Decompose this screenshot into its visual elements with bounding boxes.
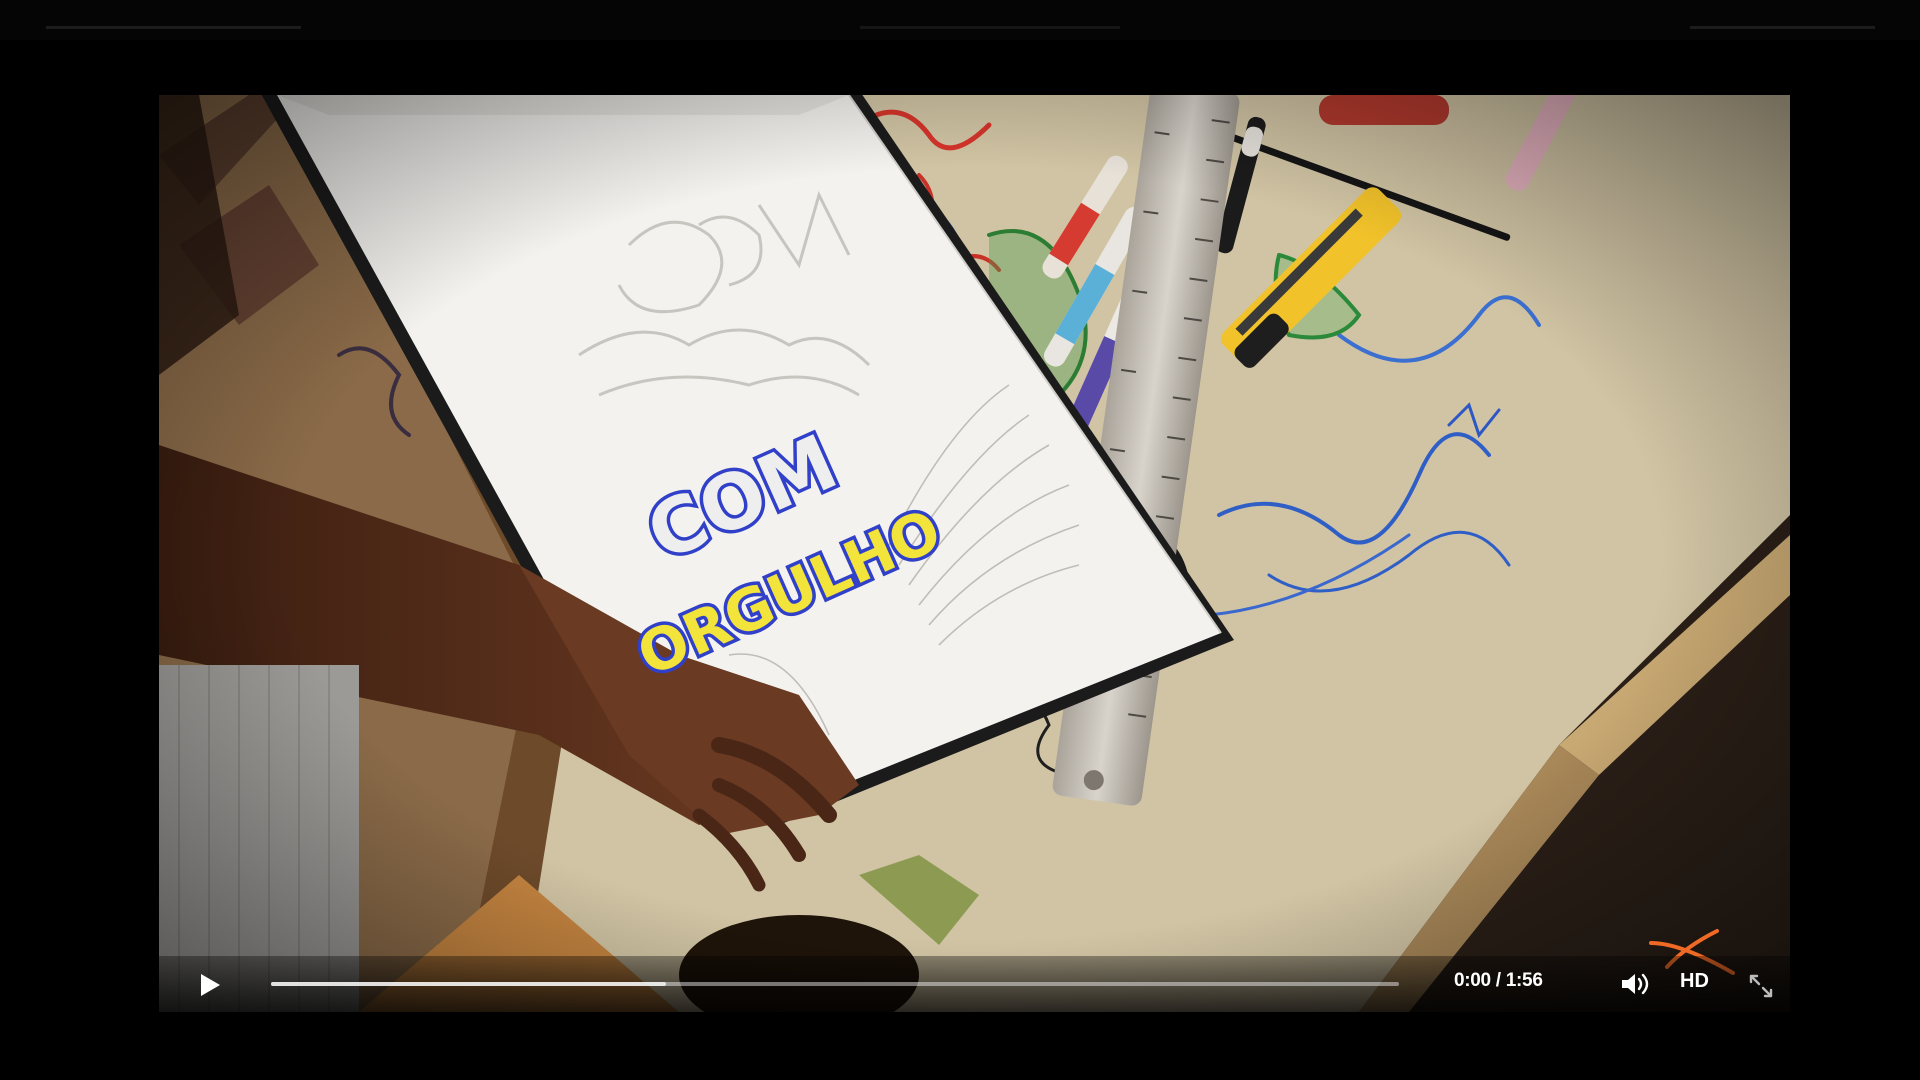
top-divider-center (860, 26, 1120, 29)
player-controls: 0:00 / 1:56 HD (159, 956, 1790, 1012)
top-divider-left (46, 26, 301, 29)
progress-buffered (271, 982, 666, 986)
time-separator: / (1490, 970, 1506, 991)
volume-button[interactable] (1619, 970, 1651, 998)
hd-quality-button[interactable]: HD (1680, 970, 1709, 993)
fullscreen-button[interactable] (1748, 973, 1774, 999)
volume-icon (1622, 973, 1649, 995)
current-time: 0:00 (1454, 970, 1491, 991)
video-player[interactable]: COM ORGULHO 0:00 / 1:56 HD (159, 95, 1790, 1012)
duration: 1:56 (1505, 970, 1543, 991)
window-top-strip (0, 0, 1920, 40)
play-button[interactable] (195, 970, 225, 1000)
video-frame: COM ORGULHO (159, 95, 1790, 1012)
progress-bar[interactable] (271, 982, 1399, 986)
fullscreen-icon (1749, 974, 1773, 998)
top-divider-right (1690, 26, 1875, 29)
play-icon (201, 974, 220, 996)
time-display: 0:00 / 1:56 (1454, 970, 1543, 992)
